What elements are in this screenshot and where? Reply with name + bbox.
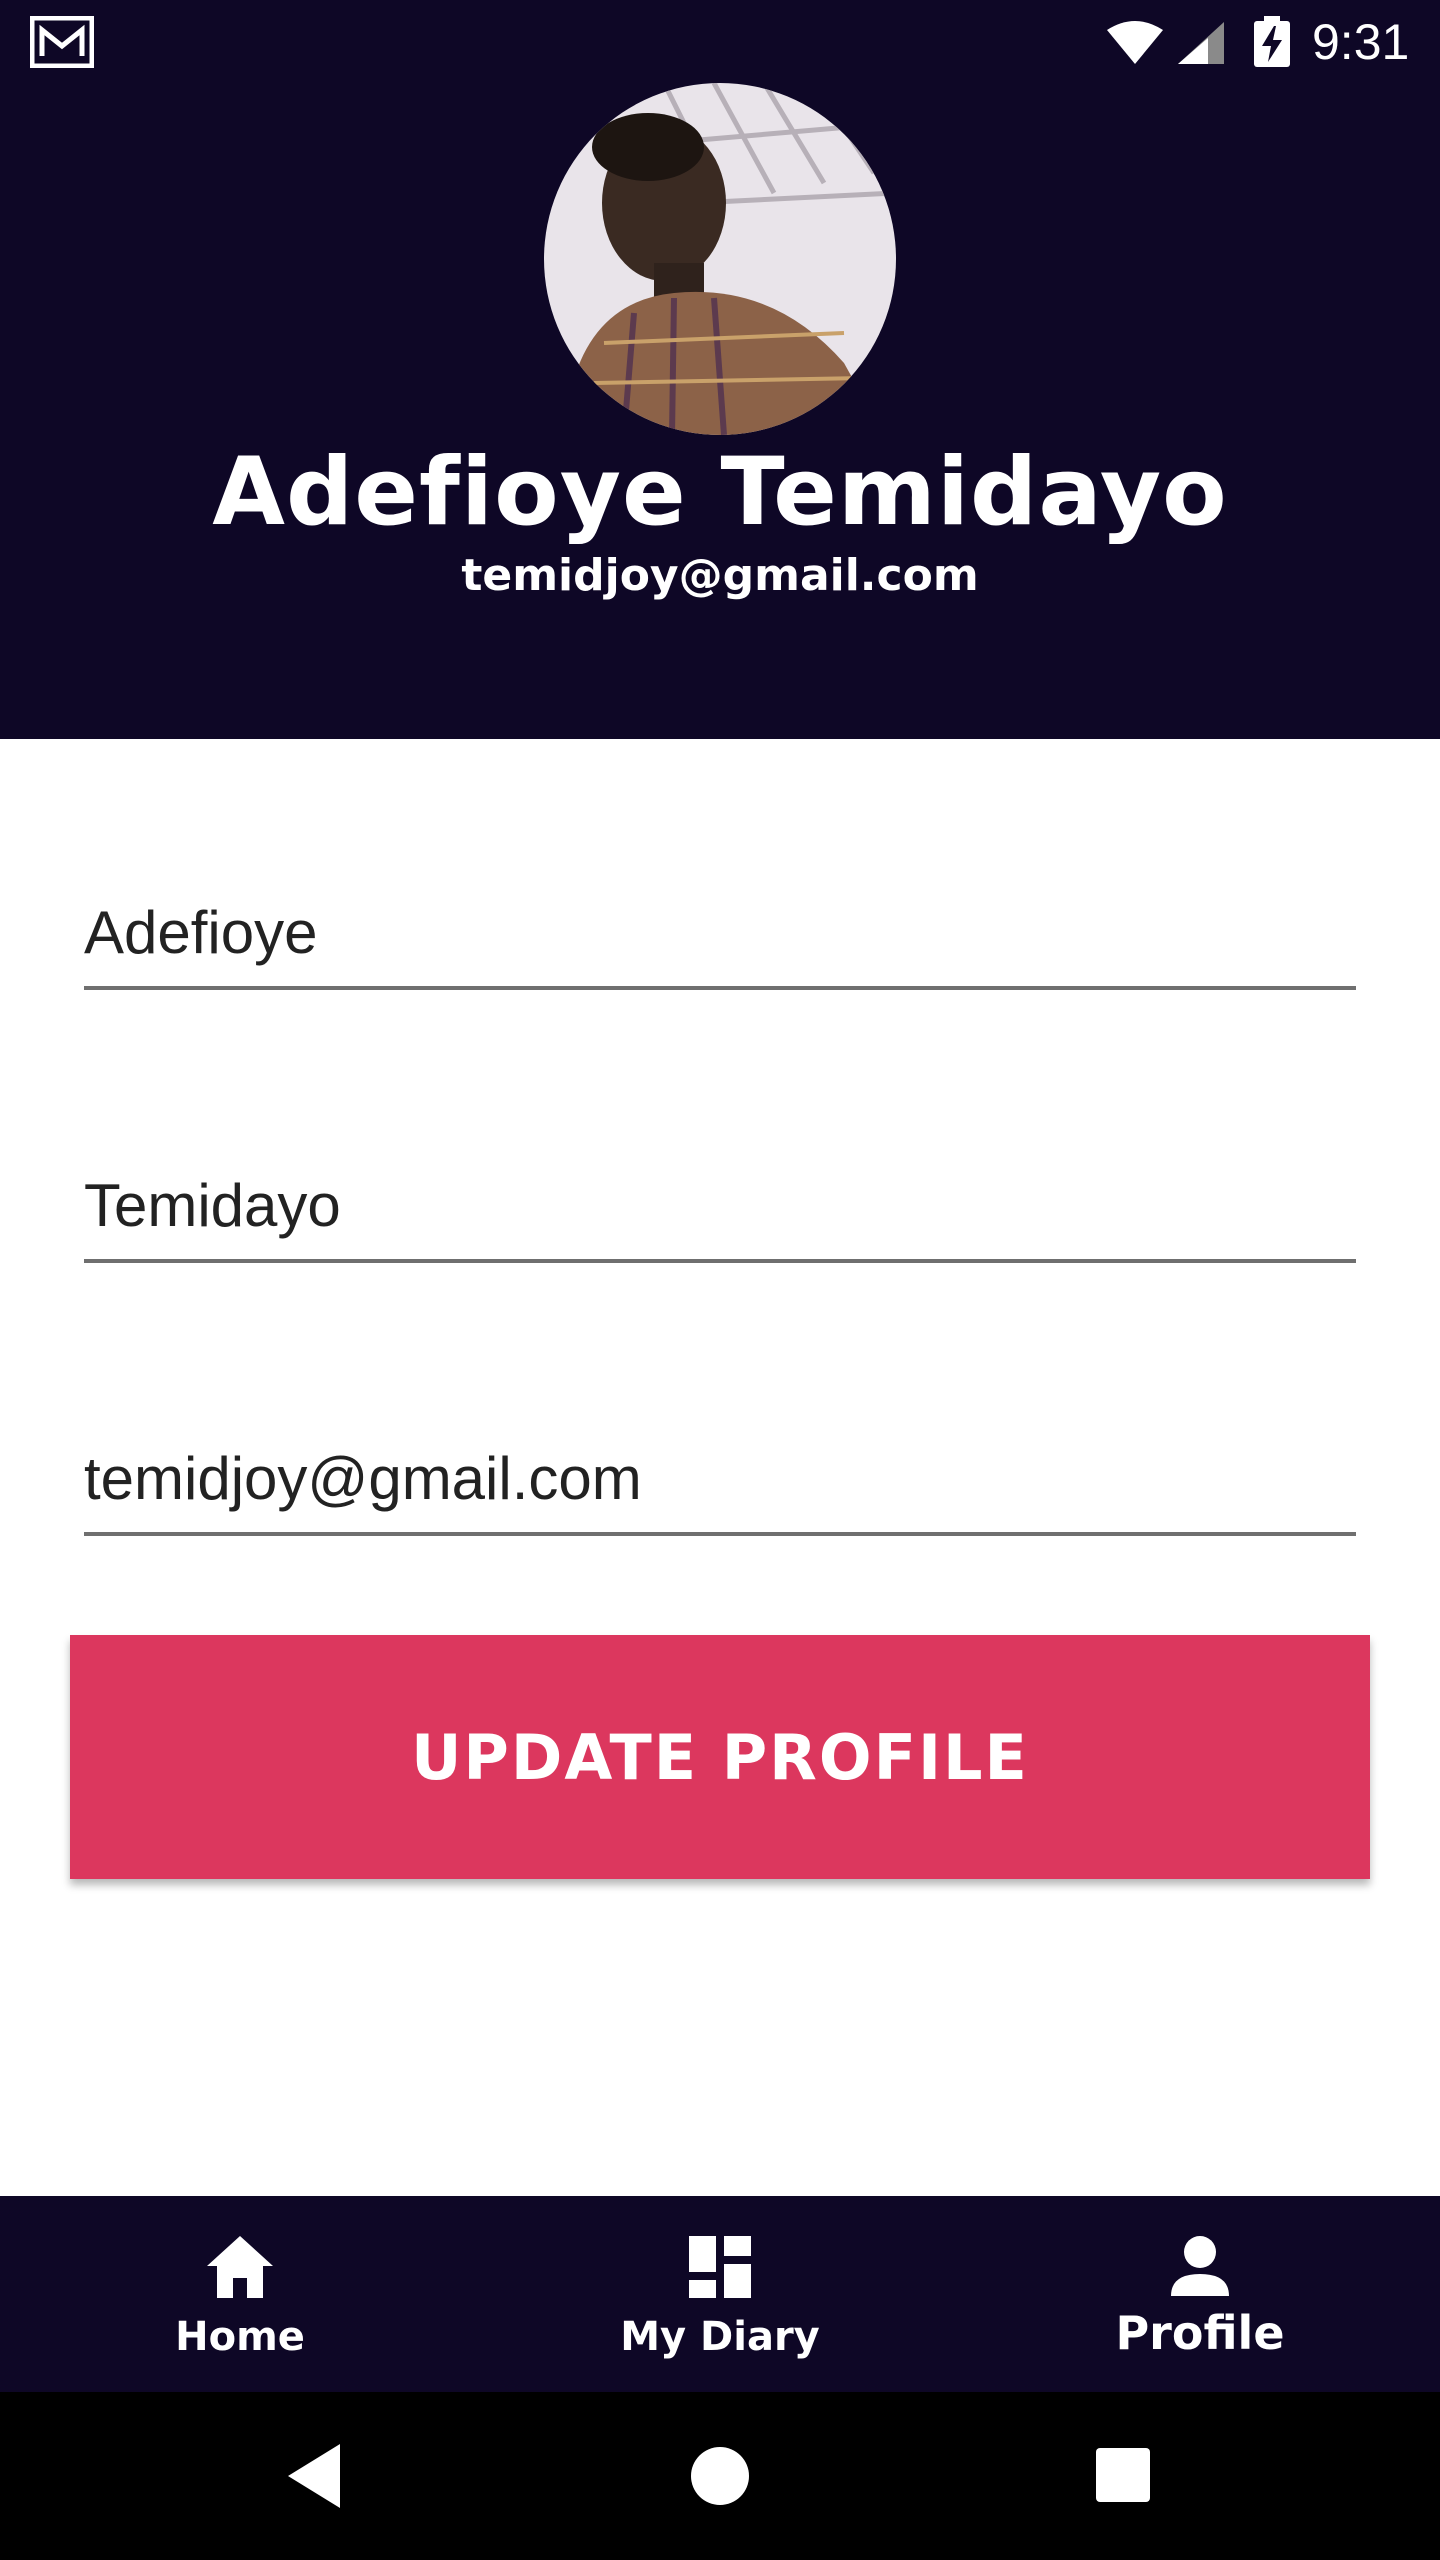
profile-name: Adefioye Temidayo bbox=[212, 438, 1228, 547]
last-name-underline bbox=[84, 1259, 1356, 1263]
email-input[interactable] bbox=[84, 1426, 1356, 1530]
avatar[interactable] bbox=[544, 83, 896, 435]
profile-email: temidjoy@gmail.com bbox=[461, 550, 979, 601]
person-icon bbox=[1171, 2236, 1229, 2296]
home-circle-icon[interactable] bbox=[670, 2426, 770, 2526]
nav-item-home[interactable]: Home bbox=[0, 2196, 480, 2392]
status-time: 9:31 bbox=[1312, 14, 1410, 70]
nav-label-my-diary: My Diary bbox=[620, 2314, 820, 2360]
dashboard-icon bbox=[689, 2236, 751, 2298]
nav-item-my-diary[interactable]: My Diary bbox=[480, 2196, 960, 2392]
back-icon[interactable] bbox=[266, 2426, 366, 2526]
first-name-input[interactable] bbox=[84, 880, 1356, 984]
profile-header: 9:31 Adefioye Temidayo temidjoy@gmail.co… bbox=[0, 0, 1440, 739]
last-name-field[interactable] bbox=[84, 1153, 1356, 1263]
avatar-photo bbox=[544, 83, 896, 435]
first-name-underline bbox=[84, 986, 1356, 990]
update-profile-button[interactable]: UPDATE PROFILE bbox=[70, 1635, 1370, 1879]
recents-icon[interactable] bbox=[1074, 2426, 1174, 2526]
gallery-icon bbox=[30, 16, 94, 68]
signal-icon bbox=[1178, 22, 1224, 64]
nav-item-profile[interactable]: Profile bbox=[960, 2196, 1440, 2392]
nav-label-profile: Profile bbox=[1115, 2306, 1285, 2360]
email-underline bbox=[84, 1532, 1356, 1536]
email-field[interactable] bbox=[84, 1426, 1356, 1536]
bottom-nav: Home My Diary Profile bbox=[0, 2196, 1440, 2392]
wifi-icon bbox=[1107, 21, 1163, 64]
home-icon bbox=[207, 2236, 273, 2298]
last-name-input[interactable] bbox=[84, 1153, 1356, 1257]
nav-label-home: Home bbox=[175, 2314, 305, 2360]
system-nav-bar bbox=[0, 2392, 1440, 2560]
status-bar: 9:31 bbox=[0, 0, 1440, 84]
first-name-field[interactable] bbox=[84, 880, 1356, 990]
battery-charging-icon bbox=[1254, 16, 1290, 67]
